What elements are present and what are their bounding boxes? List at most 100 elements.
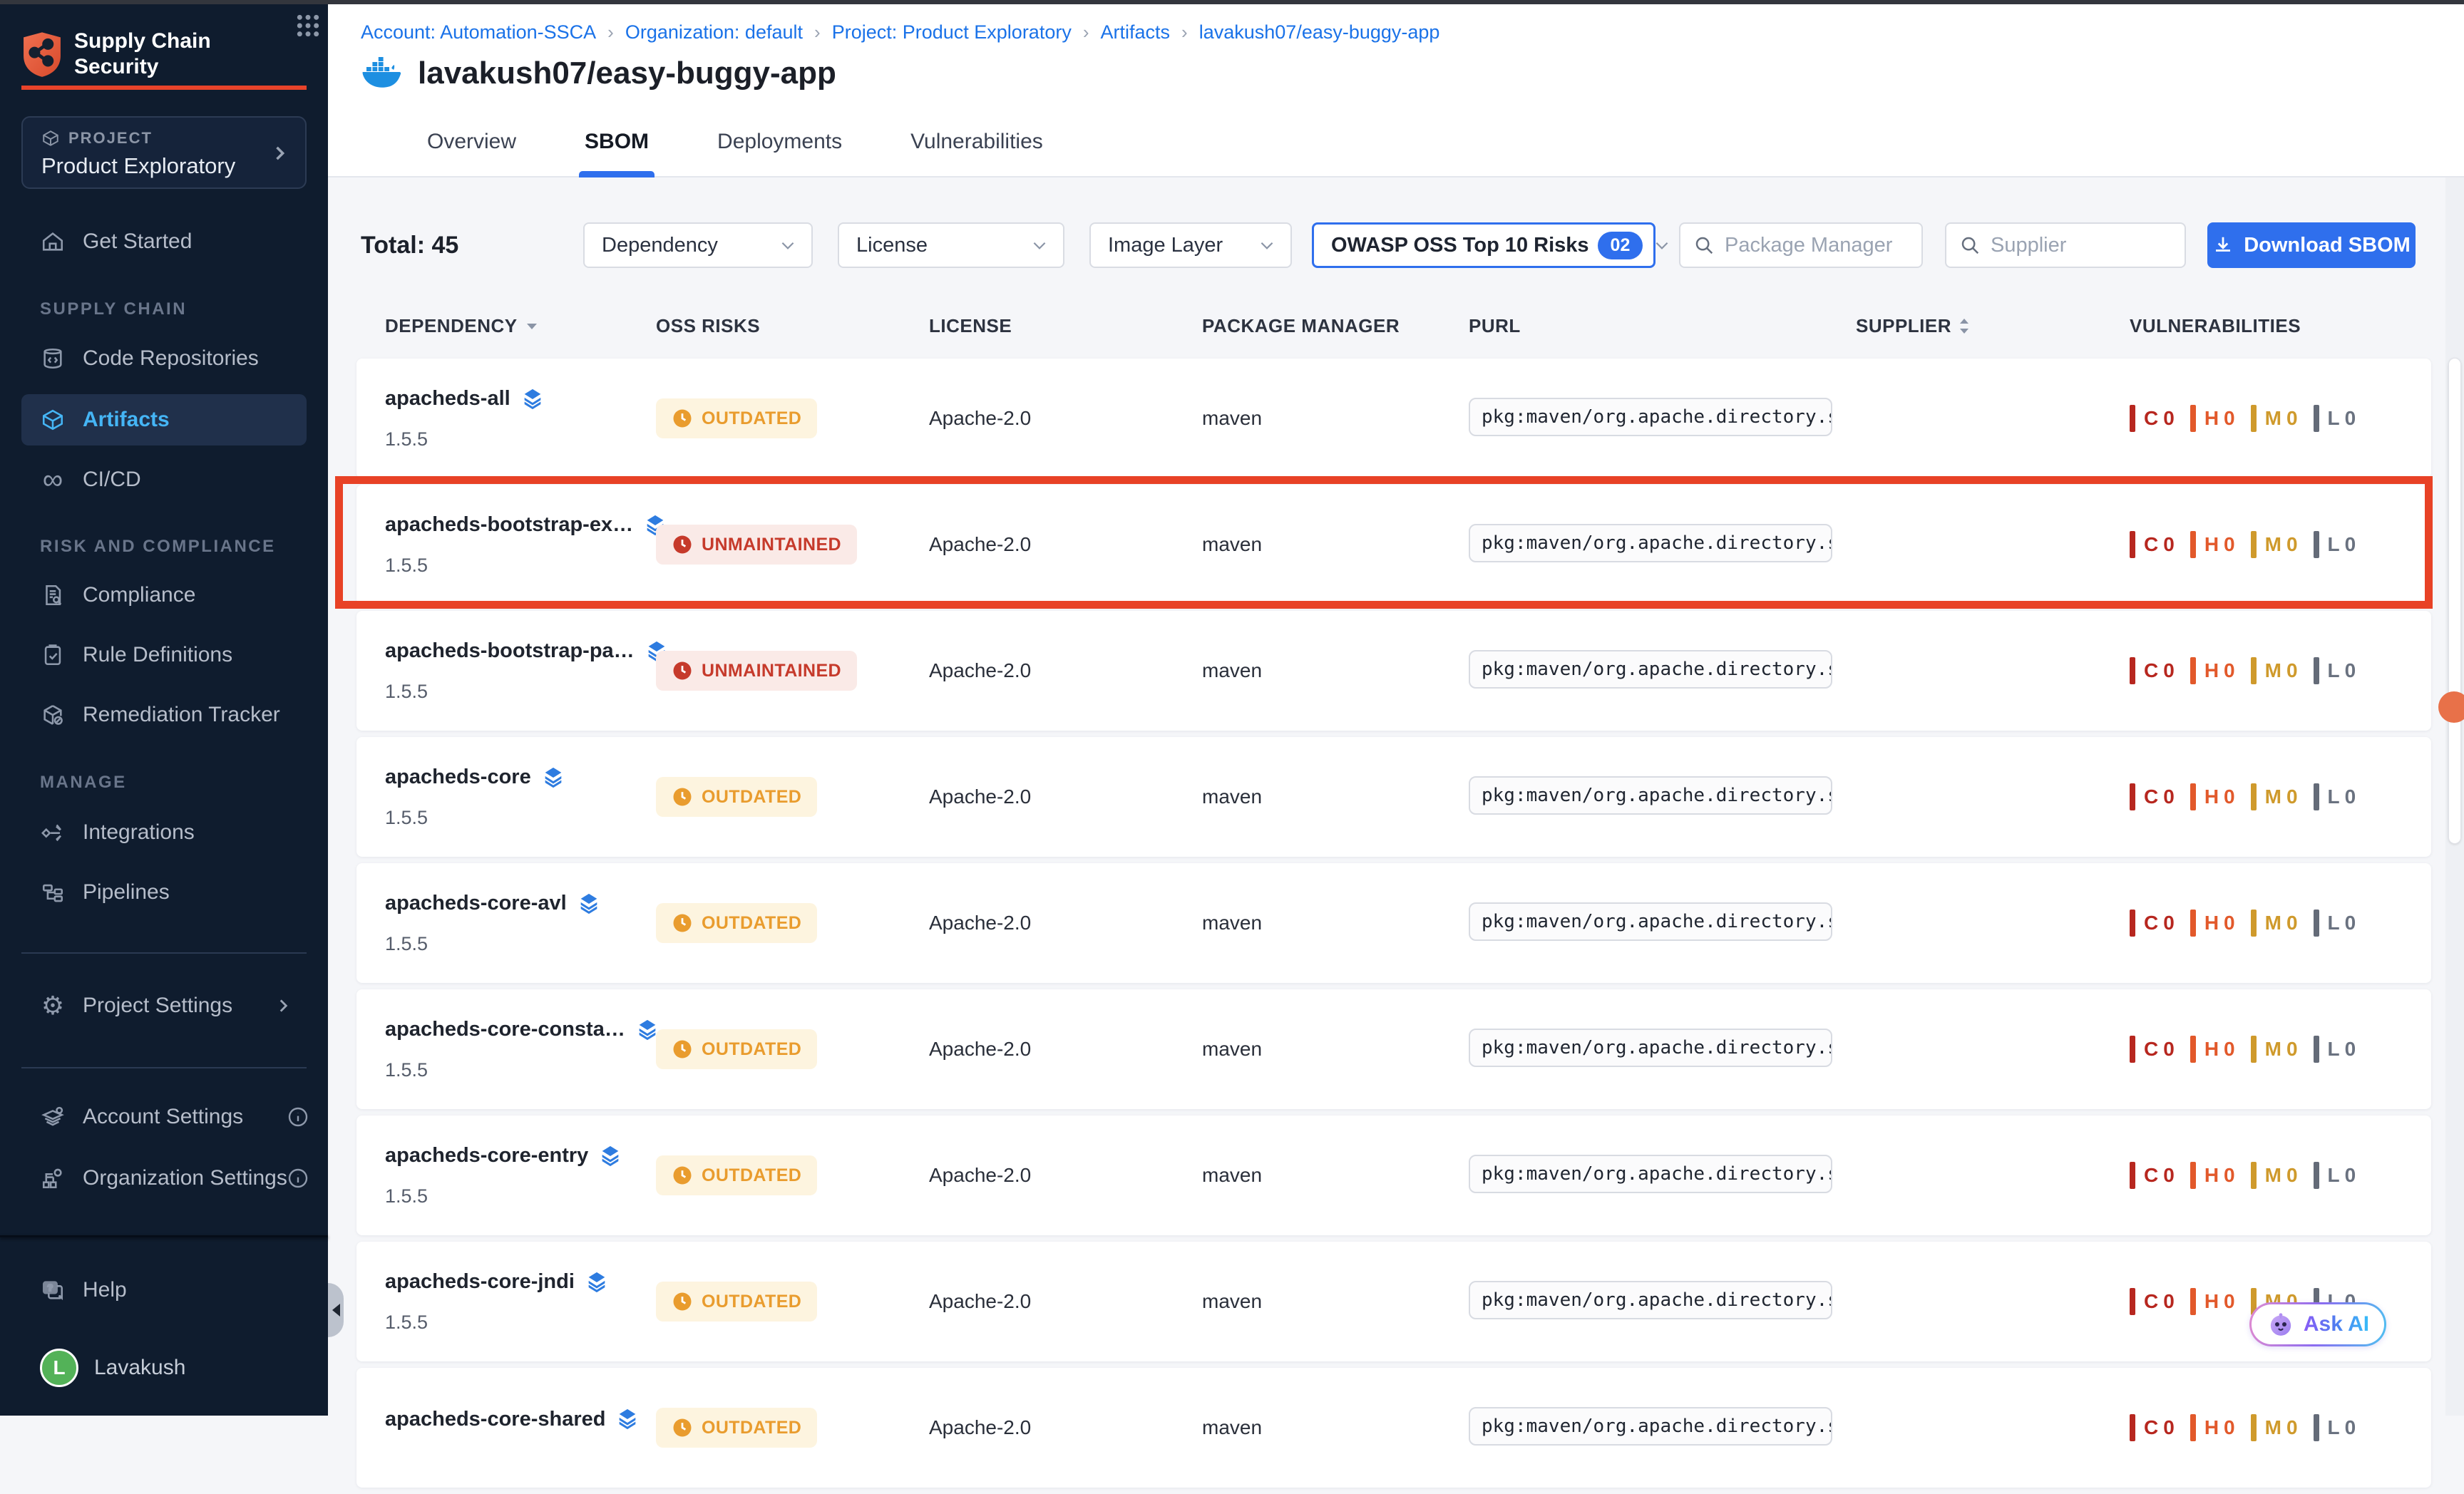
breadcrumb-account[interactable]: Account: Automation-SSCA — [361, 21, 596, 43]
breadcrumb-artifact-name[interactable]: lavakush07/easy-buggy-app — [1199, 21, 1440, 43]
license-filter-dropdown[interactable]: License — [838, 222, 1064, 268]
sidebar-item-code-repositories[interactable]: Code Repositories — [21, 333, 307, 384]
dependency-version: 1.5.5 — [385, 1185, 656, 1207]
purl-chip[interactable]: pkg:maven/org.apache.directory.s… — [1469, 1029, 1832, 1067]
ask-ai-button[interactable]: Ask AI — [2249, 1302, 2386, 1346]
shield-logo-icon — [21, 31, 63, 78]
layers-icon[interactable] — [598, 1144, 622, 1168]
sidebar-item-help[interactable]: ? Help — [21, 1264, 307, 1316]
purl-chip[interactable]: pkg:maven/org.apache.directory.s… — [1469, 650, 1832, 689]
tab-vulnerabilities[interactable]: Vulnerabilities — [893, 120, 1060, 177]
layers-icon[interactable] — [577, 892, 601, 916]
info-icon[interactable] — [287, 1167, 309, 1190]
tab-deployments[interactable]: Deployments — [700, 120, 859, 177]
download-sbom-button[interactable]: Download SBOM — [2207, 222, 2416, 268]
purl-chip[interactable]: pkg:maven/org.apache.directory.s… — [1469, 1155, 1832, 1193]
column-header-purl[interactable]: PURL — [1469, 315, 1856, 337]
critical-count: C0 — [2130, 405, 2190, 432]
medium-count: M0 — [2251, 910, 2314, 937]
supplier-search-input[interactable] — [1991, 234, 2172, 257]
table-row[interactable]: apacheds-core-avl 1.5.5 OUTDAT — [356, 863, 2431, 983]
scrollbar-track[interactable] — [2445, 177, 2464, 1416]
table-row[interactable]: apacheds-core-shared OUTDATED — [356, 1368, 2431, 1488]
ai-robot-icon — [2267, 1310, 2295, 1339]
breadcrumb-organization[interactable]: Organization: default — [625, 21, 803, 43]
breadcrumb-project[interactable]: Project: Product Exploratory — [832, 21, 1072, 43]
info-icon[interactable] — [287, 1106, 309, 1128]
layers-icon[interactable] — [520, 387, 545, 411]
project-selector[interactable]: PROJECT Product Exploratory — [21, 116, 307, 189]
layers-icon[interactable] — [585, 1270, 609, 1294]
tab-bar: Overview SBOM Deployments Vulnerabilitie… — [410, 120, 1060, 177]
risk-badge: OUTDATED — [656, 1029, 817, 1069]
table-row[interactable]: apacheds-core 1.5.5 OUTDATED — [356, 737, 2431, 857]
sidebar-item-organization-settings[interactable]: Organization Settings — [21, 1153, 307, 1204]
purl-chip[interactable]: pkg:maven/org.apache.directory.s… — [1469, 524, 1832, 562]
layers-icon[interactable] — [541, 766, 565, 790]
sidebar-item-project-settings[interactable]: ⚙ Project Settings — [21, 980, 307, 1031]
column-header-oss-risks[interactable]: OSS RISKS — [656, 315, 929, 337]
layers-icon[interactable] — [615, 1407, 640, 1431]
owasp-risks-filter-dropdown[interactable]: OWASP OSS Top 10 Risks 02 — [1312, 222, 1655, 268]
table-row[interactable]: apacheds-bootstrap-pa… 1.5.5 U — [356, 611, 2431, 731]
table-row[interactable]: apacheds-core-entry 1.5.5 OUTD — [356, 1116, 2431, 1235]
user-menu[interactable]: L Lavakush — [40, 1349, 185, 1387]
column-header-supplier[interactable]: SUPPLIER — [1856, 315, 2130, 337]
sidebar-item-label: Artifacts — [83, 408, 170, 432]
column-header-vulnerabilities[interactable]: VULNERABILITIES — [2130, 315, 2431, 337]
tab-overview[interactable]: Overview — [410, 120, 533, 177]
column-header-dependency[interactable]: DEPENDENCY — [385, 315, 656, 337]
sidebar-collapse-handle[interactable] — [328, 1283, 344, 1337]
scrollbar-thumb[interactable] — [2448, 358, 2461, 844]
sidebar: Supply Chain Security PROJECT Product Ex… — [0, 0, 328, 1416]
sidebar-item-remediation-tracker[interactable]: Remediation Tracker — [21, 689, 307, 741]
sidebar-item-rule-definitions[interactable]: Rule Definitions — [21, 629, 307, 681]
license-cell: Apache-2.0 — [929, 785, 1202, 808]
sidebar-item-integrations[interactable]: Integrations — [21, 807, 307, 858]
sidebar-item-account-settings[interactable]: Account Settings — [21, 1091, 307, 1143]
sidebar-item-artifacts[interactable]: Artifacts — [21, 394, 307, 445]
sidebar-item-label: Get Started — [83, 230, 192, 254]
layers-gear-icon — [40, 1104, 66, 1130]
window-top-strip — [0, 0, 2464, 4]
license-cell: Apache-2.0 — [929, 1164, 1202, 1187]
breadcrumb-artifacts[interactable]: Artifacts — [1101, 21, 1171, 43]
section-supply-chain: SUPPLY CHAIN — [40, 299, 187, 319]
column-header-license[interactable]: LICENSE — [929, 315, 1202, 337]
low-count: L0 — [2314, 657, 2372, 684]
vulnerabilities-cell: C0 H0 M0 L0 — [2130, 531, 2431, 558]
vulnerabilities-cell: C0 H0 M0 L0 — [2130, 405, 2431, 432]
vulnerabilities-cell: C0 H0 M0 L0 — [2130, 783, 2431, 810]
purl-chip[interactable]: pkg:maven/org.apache.directory.s… — [1469, 1407, 1832, 1446]
module-grid-icon[interactable] — [294, 11, 322, 40]
dependency-name: apacheds-core-shared — [385, 1408, 605, 1431]
tab-sbom[interactable]: SBOM — [568, 120, 666, 177]
high-count: H0 — [2190, 783, 2251, 810]
sidebar-item-get-started[interactable]: Get Started — [21, 216, 307, 267]
sidebar-item-cicd[interactable]: ∞ CI/CD — [21, 454, 307, 505]
license-cell: Apache-2.0 — [929, 912, 1202, 934]
medium-count: M0 — [2251, 1036, 2314, 1063]
column-header-package-manager[interactable]: PACKAGE MANAGER — [1202, 315, 1469, 337]
oss-risk-cell: OUTDATED — [656, 1282, 929, 1322]
sidebar-item-pipelines[interactable]: Pipelines — [21, 867, 307, 918]
low-count: L0 — [2314, 531, 2372, 558]
purl-chip[interactable]: pkg:maven/org.apache.directory.s… — [1469, 776, 1832, 815]
risk-label: OUTDATED — [702, 913, 801, 934]
purl-cell: pkg:maven/org.apache.directory.s… — [1469, 1029, 1856, 1071]
dependency-filter-dropdown[interactable]: Dependency — [583, 222, 813, 268]
table-row[interactable]: apacheds-bootstrap-ex… 1.5.5 U — [356, 485, 2431, 604]
table-row[interactable]: apacheds-all 1.5.5 OUTDATED — [356, 359, 2431, 478]
purl-chip[interactable]: pkg:maven/org.apache.directory.s… — [1469, 398, 1832, 436]
risk-badge: OUTDATED — [656, 1282, 817, 1322]
package-manager-search-input[interactable] — [1725, 234, 1909, 257]
purl-chip[interactable]: pkg:maven/org.apache.directory.s… — [1469, 902, 1832, 941]
purl-chip[interactable]: pkg:maven/org.apache.directory.s… — [1469, 1281, 1832, 1319]
image-layer-filter-dropdown[interactable]: Image Layer — [1089, 222, 1292, 268]
table-row[interactable]: apacheds-core-jndi 1.5.5 OUTDA — [356, 1242, 2431, 1361]
purl-cell: pkg:maven/org.apache.directory.s… — [1469, 1155, 1856, 1197]
table-row[interactable]: apacheds-core-consta… 1.5.5 OU — [356, 989, 2431, 1109]
sidebar-item-compliance[interactable]: Compliance — [21, 570, 307, 621]
chevron-right-icon — [274, 996, 292, 1015]
sidebar-item-label: Integrations — [83, 820, 195, 845]
